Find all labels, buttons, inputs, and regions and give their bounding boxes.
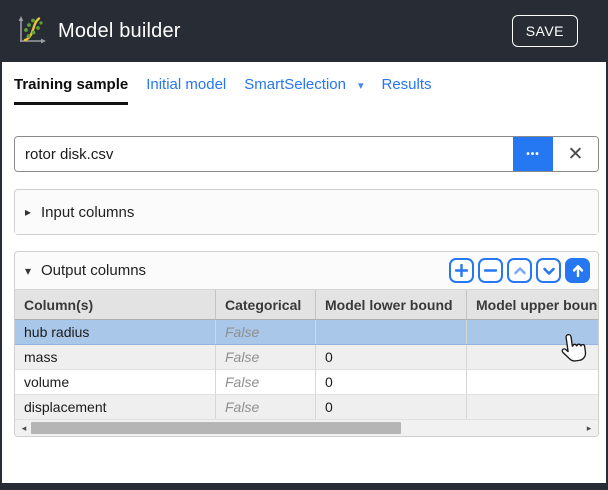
table-row-mass[interactable]: mass False 0 <box>15 345 598 370</box>
scrollbar-thumb[interactable] <box>31 422 401 434</box>
training-file-input[interactable] <box>15 137 513 171</box>
column-header-columns[interactable]: Column(s) <box>15 290 216 319</box>
table-row-volume[interactable]: volume False 0 <box>15 370 598 395</box>
cell-lower-bound[interactable] <box>316 320 467 344</box>
add-row-button[interactable] <box>449 258 474 283</box>
cell-categorical[interactable]: False <box>216 370 316 394</box>
training-file-field: ••• ✕ <box>14 136 599 172</box>
titlebar: Model builder SAVE <box>2 0 606 62</box>
clear-file-button[interactable]: ✕ <box>553 137 598 171</box>
table-row-displacement[interactable]: displacement False 0 <box>15 395 598 420</box>
cell-categorical[interactable]: False <box>216 395 316 419</box>
move-up-button[interactable] <box>507 258 532 283</box>
ellipsis-icon: ••• <box>526 149 540 160</box>
collapsed-marker-icon: ▸ <box>25 205 41 219</box>
tab-initial-model[interactable]: Initial model <box>146 76 226 102</box>
table-header-row: Column(s) Categorical Model lower bound … <box>15 290 598 320</box>
column-header-lower-bound[interactable]: Model lower bound <box>316 290 467 319</box>
cell-lower-bound[interactable]: 0 <box>316 370 467 394</box>
scroll-left-icon[interactable]: ◂ <box>17 420 31 436</box>
smartselection-dropdown-icon[interactable]: ▾ <box>358 76 364 92</box>
remove-row-button[interactable] <box>478 258 503 283</box>
column-header-categorical[interactable]: Categorical <box>216 290 316 319</box>
arrow-up-icon <box>571 264 585 278</box>
expanded-marker-icon: ▾ <box>25 264 41 278</box>
cell-column[interactable]: volume <box>15 370 216 394</box>
output-columns-title: Output columns <box>41 262 449 279</box>
chevron-up-icon <box>513 264 527 278</box>
column-header-upper-bound[interactable]: Model upper bound <box>467 290 598 319</box>
cell-column[interactable]: hub radius <box>15 320 216 344</box>
move-down-button[interactable] <box>536 258 561 283</box>
tab-bar: Training sample Initial model SmartSelec… <box>14 76 432 105</box>
input-columns-title: Input columns <box>41 204 590 221</box>
cell-upper-bound[interactable] <box>467 370 598 394</box>
cell-upper-bound[interactable] <box>467 320 598 344</box>
cell-upper-bound[interactable] <box>467 395 598 419</box>
cell-lower-bound[interactable]: 0 <box>316 395 467 419</box>
cell-column[interactable]: mass <box>15 345 216 369</box>
horizontal-scrollbar[interactable]: ◂ ▸ <box>15 420 598 436</box>
scatter-plot-icon <box>16 15 48 47</box>
table-row-hub-radius[interactable]: hub radius False <box>15 320 598 345</box>
app-title: Model builder <box>58 20 512 43</box>
plus-icon <box>455 264 468 277</box>
input-columns-section: ▸ Input columns <box>14 189 599 235</box>
content-area: Training sample Initial model SmartSelec… <box>2 62 606 483</box>
output-columns-toolbar <box>449 258 590 283</box>
move-to-top-button[interactable] <box>565 258 590 283</box>
output-columns-header[interactable]: ▾ Output columns <box>15 252 598 290</box>
cell-categorical[interactable]: False <box>216 320 316 344</box>
save-button[interactable]: SAVE <box>512 15 578 47</box>
tab-results[interactable]: Results <box>382 76 432 102</box>
tab-training-sample[interactable]: Training sample <box>14 76 128 105</box>
tab-smartselection[interactable]: SmartSelection <box>244 76 346 102</box>
cell-lower-bound[interactable]: 0 <box>316 345 467 369</box>
input-columns-header[interactable]: ▸ Input columns <box>15 190 598 234</box>
cell-categorical[interactable]: False <box>216 345 316 369</box>
scroll-right-icon[interactable]: ▸ <box>582 420 596 436</box>
chevron-down-icon <box>542 264 556 278</box>
close-icon: ✕ <box>568 144 584 165</box>
minus-icon <box>484 264 497 277</box>
model-builder-window: Model builder SAVE Training sample Initi… <box>0 0 608 490</box>
cell-column[interactable]: displacement <box>15 395 216 419</box>
output-columns-section: ▾ Output columns <box>14 251 599 437</box>
browse-file-button[interactable]: ••• <box>513 137 553 171</box>
cell-upper-bound[interactable] <box>467 345 598 369</box>
output-columns-table: Column(s) Categorical Model lower bound … <box>15 290 598 420</box>
